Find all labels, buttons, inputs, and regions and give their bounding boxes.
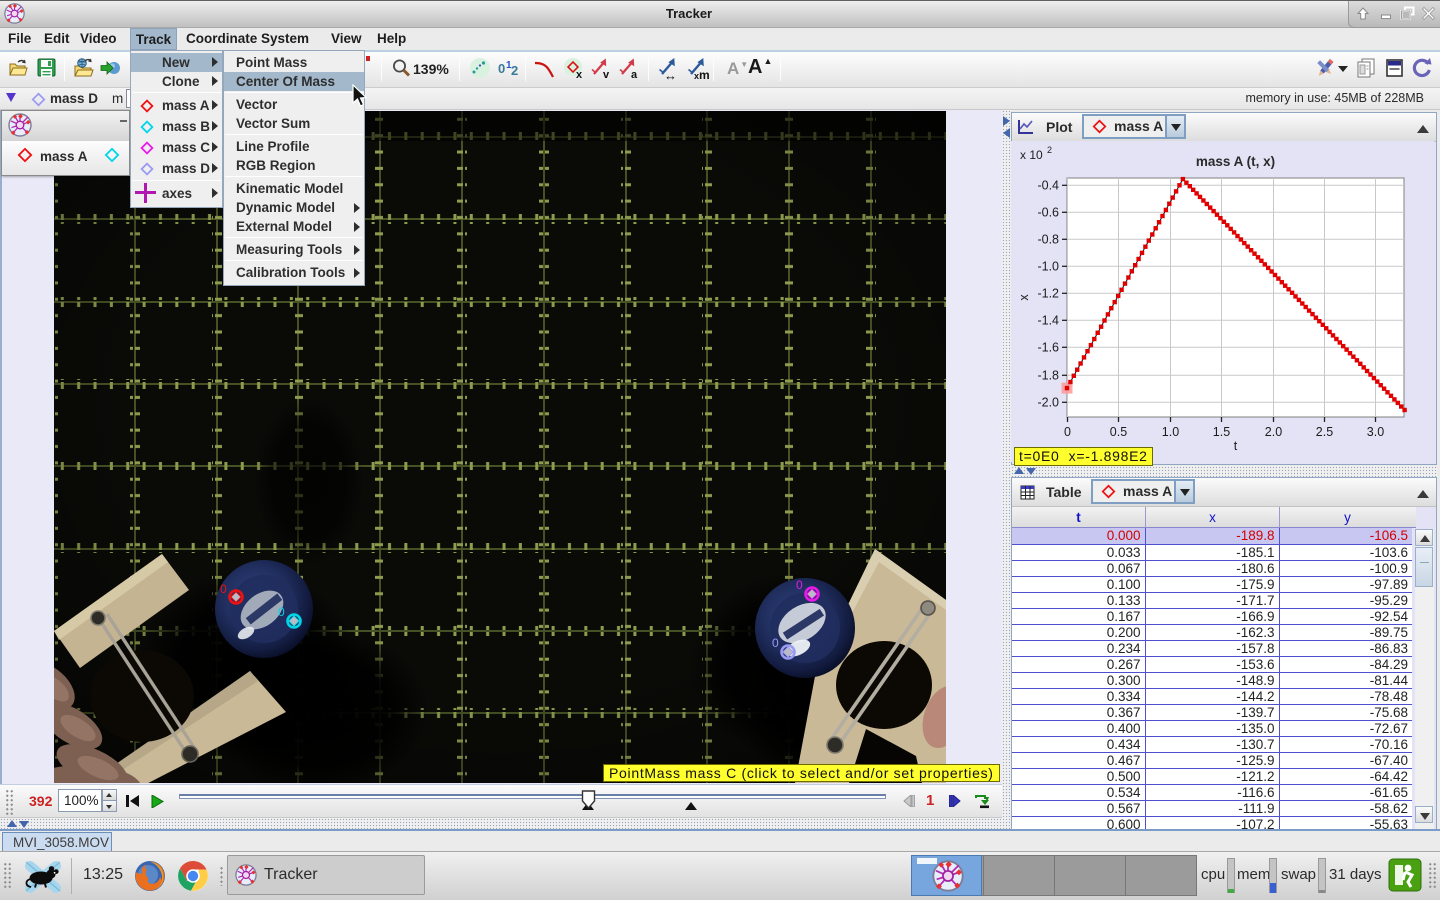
svg-text:mass A (t, x): mass A (t, x) (1196, 154, 1275, 169)
svg-text:a: a (631, 69, 638, 81)
svg-text:2.5: 2.5 (1316, 425, 1333, 439)
svg-text:v: v (603, 69, 610, 81)
svg-text:0: 0 (498, 61, 505, 76)
svg-text:1.5: 1.5 (1213, 425, 1230, 439)
svg-text:↔: ↔ (664, 68, 677, 82)
svg-text:2.0: 2.0 (1265, 425, 1282, 439)
svg-text:0: 0 (772, 636, 779, 650)
svg-text:-1.0: -1.0 (1037, 259, 1059, 273)
svg-text:-0.8: -0.8 (1037, 232, 1059, 246)
svg-text:2: 2 (511, 63, 518, 78)
svg-text:-1.8: -1.8 (1037, 368, 1059, 382)
svg-text:1.0: 1.0 (1162, 425, 1179, 439)
svg-text:-1.6: -1.6 (1037, 340, 1059, 354)
svg-text:2: 2 (1047, 145, 1052, 155)
svg-text:0: 0 (796, 578, 803, 592)
svg-text:3.0: 3.0 (1367, 425, 1384, 439)
svg-text:-1.2: -1.2 (1037, 286, 1059, 300)
svg-text:0.5: 0.5 (1110, 425, 1127, 439)
svg-text:t: t (1234, 439, 1238, 453)
svg-text:0: 0 (278, 605, 285, 619)
svg-text:-0.4: -0.4 (1037, 178, 1059, 192)
svg-text:x 10: x 10 (1020, 148, 1043, 162)
svg-text:x: x (1017, 294, 1031, 301)
svg-text:m: m (699, 68, 710, 82)
svg-text:0: 0 (220, 582, 227, 596)
svg-text:-1.4: -1.4 (1037, 313, 1059, 327)
svg-text:x: x (576, 69, 583, 81)
svg-text:-0.6: -0.6 (1037, 205, 1059, 219)
svg-text:-2.0: -2.0 (1037, 395, 1059, 409)
svg-text:0: 0 (1064, 425, 1071, 439)
